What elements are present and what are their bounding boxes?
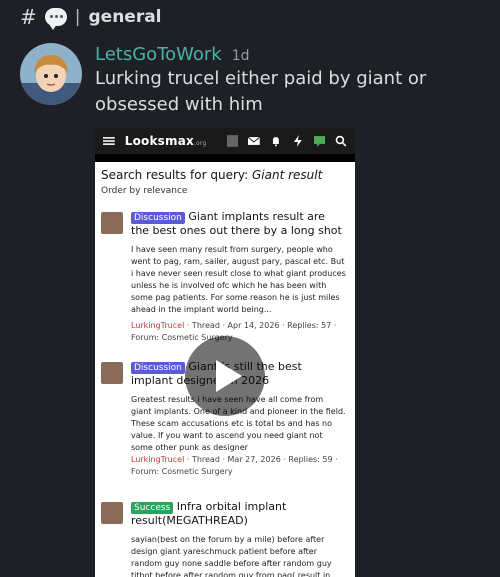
chat-icon [313,136,326,147]
result-meta: LurkingTrucel · Thread · Mar 27, 2026 · … [131,455,338,476]
message-header: LetsGoToWork 1d [95,44,250,65]
bell-icon [272,137,279,147]
result-body: I have seen many result from surgery, pe… [131,245,346,314]
site-logo: Looksmax.org [124,134,207,148]
discussion-badge: Discussion [131,212,185,224]
channel-header: # | general [20,4,162,30]
message-text: Lurking trucel either paid by giant or o… [95,68,427,115]
timestamp: 1d [231,48,250,64]
mail-icon [248,136,261,145]
search-title: Search results for query: Giant result [101,168,323,182]
success-badge: Success [131,502,174,514]
speech-bubble-icon [44,8,67,30]
user-avatar-icon [226,135,239,147]
search-result[interactable]: Success Infra orbital implant result(MEG… [101,500,351,577]
menu-icon [103,137,115,145]
result-avatar [101,212,123,234]
result-title[interactable]: Discussion Giant implants result are the… [131,210,346,238]
site-topbar: Looksmax.org [95,128,355,154]
channel-name[interactable]: general [89,7,162,27]
avatar[interactable] [20,43,82,105]
search-result[interactable]: Discussion Giant implants result are the… [101,210,351,350]
play-button[interactable] [185,336,265,416]
result-title[interactable]: Success Infra orbital implant result(MEG… [131,500,346,528]
channel-separator: | [74,7,81,27]
channel-hash: # [20,5,37,29]
result-body: sayian(best on the forum by a mile) befo… [131,535,332,577]
order-label: Order by relevance [101,186,188,196]
discussion-badge: Discussion [131,362,185,374]
username[interactable]: LetsGoToWork [95,44,222,65]
result-avatar [101,502,123,524]
search-icon [335,135,347,147]
result-avatar [101,362,123,384]
lightning-icon [293,135,302,147]
